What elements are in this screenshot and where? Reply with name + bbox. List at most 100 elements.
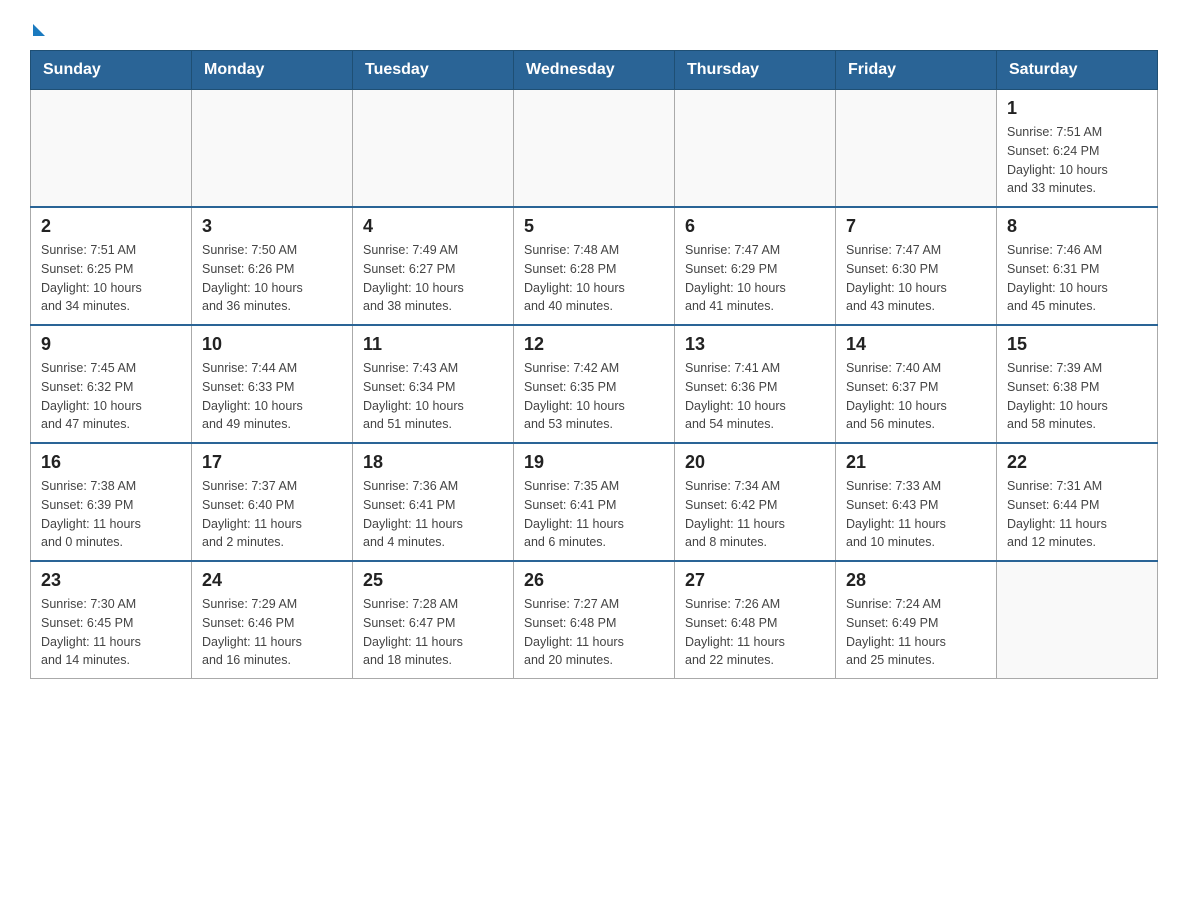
calendar-cell: 24 Sunrise: 7:29 AMSunset: 6:46 PMDayligh… bbox=[192, 561, 353, 679]
day-info: Sunrise: 7:34 AMSunset: 6:42 PMDaylight:… bbox=[685, 477, 825, 552]
calendar-cell: 20 Sunrise: 7:34 AMSunset: 6:42 PMDayligh… bbox=[675, 443, 836, 561]
day-number: 8 bbox=[1007, 216, 1147, 237]
day-info: Sunrise: 7:24 AMSunset: 6:49 PMDaylight:… bbox=[846, 595, 986, 670]
day-info: Sunrise: 7:51 AMSunset: 6:25 PMDaylight:… bbox=[41, 241, 181, 316]
day-info: Sunrise: 7:35 AMSunset: 6:41 PMDaylight:… bbox=[524, 477, 664, 552]
calendar-cell: 21Sunrise: 7:33 AMSunset: 6:43 PMDayligh… bbox=[836, 443, 997, 561]
calendar-cell bbox=[836, 90, 997, 208]
weekday-header-wednesday: Wednesday bbox=[514, 51, 675, 90]
day-info: Sunrise: 7:49 AMSunset: 6:27 PMDaylight:… bbox=[363, 241, 503, 316]
calendar-cell: 7 Sunrise: 7:47 AMSunset: 6:30 PMDaylight… bbox=[836, 207, 997, 325]
day-info: Sunrise: 7:39 AMSunset: 6:38 PMDaylight:… bbox=[1007, 359, 1147, 434]
day-info: Sunrise: 7:30 AMSunset: 6:45 PMDaylight:… bbox=[41, 595, 181, 670]
day-info: Sunrise: 7:29 AMSunset: 6:46 PMDaylight:… bbox=[202, 595, 342, 670]
calendar-header-row: SundayMondayTuesdayWednesdayThursdayFrid… bbox=[31, 51, 1158, 90]
day-info: Sunrise: 7:28 AMSunset: 6:47 PMDaylight:… bbox=[363, 595, 503, 670]
calendar-cell: 5Sunrise: 7:48 AMSunset: 6:28 PMDaylight… bbox=[514, 207, 675, 325]
day-info: Sunrise: 7:41 AMSunset: 6:36 PMDaylight:… bbox=[685, 359, 825, 434]
day-number: 16 bbox=[41, 452, 181, 473]
day-number: 17 bbox=[202, 452, 342, 473]
calendar-cell: 23 Sunrise: 7:30 AMSunset: 6:45 PMDayligh… bbox=[31, 561, 192, 679]
day-number: 10 bbox=[202, 334, 342, 355]
day-info: Sunrise: 7:27 AMSunset: 6:48 PMDaylight:… bbox=[524, 595, 664, 670]
calendar-cell: 6 Sunrise: 7:47 AMSunset: 6:29 PMDaylight… bbox=[675, 207, 836, 325]
day-number: 1 bbox=[1007, 98, 1147, 119]
day-info: Sunrise: 7:33 AMSunset: 6:43 PMDaylight:… bbox=[846, 477, 986, 552]
day-info: Sunrise: 7:26 AMSunset: 6:48 PMDaylight:… bbox=[685, 595, 825, 670]
day-info: Sunrise: 7:38 AMSunset: 6:39 PMDaylight:… bbox=[41, 477, 181, 552]
day-number: 15 bbox=[1007, 334, 1147, 355]
day-number: 23 bbox=[41, 570, 181, 591]
calendar-week-row: 2 Sunrise: 7:51 AMSunset: 6:25 PMDaylight… bbox=[31, 207, 1158, 325]
calendar-cell: 17 Sunrise: 7:37 AMSunset: 6:40 PMDayligh… bbox=[192, 443, 353, 561]
calendar-cell: 27 Sunrise: 7:26 AMSunset: 6:48 PMDayligh… bbox=[675, 561, 836, 679]
day-number: 28 bbox=[846, 570, 986, 591]
calendar-cell: 1 Sunrise: 7:51 AMSunset: 6:24 PMDaylight… bbox=[997, 90, 1158, 208]
day-info: Sunrise: 7:45 AMSunset: 6:32 PMDaylight:… bbox=[41, 359, 181, 434]
calendar-cell: 14 Sunrise: 7:40 AMSunset: 6:37 PMDayligh… bbox=[836, 325, 997, 443]
day-number: 13 bbox=[685, 334, 825, 355]
calendar-cell: 4 Sunrise: 7:49 AMSunset: 6:27 PMDaylight… bbox=[353, 207, 514, 325]
weekday-header-monday: Monday bbox=[192, 51, 353, 90]
weekday-header-sunday: Sunday bbox=[31, 51, 192, 90]
calendar-cell: 13 Sunrise: 7:41 AMSunset: 6:36 PMDayligh… bbox=[675, 325, 836, 443]
calendar-cell: 19 Sunrise: 7:35 AMSunset: 6:41 PMDayligh… bbox=[514, 443, 675, 561]
day-number: 9 bbox=[41, 334, 181, 355]
day-info: Sunrise: 7:42 AMSunset: 6:35 PMDaylight:… bbox=[524, 359, 664, 434]
day-info: Sunrise: 7:44 AMSunset: 6:33 PMDaylight:… bbox=[202, 359, 342, 434]
weekday-header-thursday: Thursday bbox=[675, 51, 836, 90]
day-number: 5 bbox=[524, 216, 664, 237]
calendar-cell: 22 Sunrise: 7:31 AMSunset: 6:44 PMDayligh… bbox=[997, 443, 1158, 561]
day-number: 7 bbox=[846, 216, 986, 237]
day-info: Sunrise: 7:31 AMSunset: 6:44 PMDaylight:… bbox=[1007, 477, 1147, 552]
calendar-cell bbox=[514, 90, 675, 208]
calendar-cell: 8 Sunrise: 7:46 AMSunset: 6:31 PMDaylight… bbox=[997, 207, 1158, 325]
weekday-header-tuesday: Tuesday bbox=[353, 51, 514, 90]
calendar-cell bbox=[192, 90, 353, 208]
calendar-cell: 2 Sunrise: 7:51 AMSunset: 6:25 PMDaylight… bbox=[31, 207, 192, 325]
day-number: 4 bbox=[363, 216, 503, 237]
calendar-cell: 12 Sunrise: 7:42 AMSunset: 6:35 PMDayligh… bbox=[514, 325, 675, 443]
calendar-cell bbox=[31, 90, 192, 208]
day-number: 20 bbox=[685, 452, 825, 473]
day-info: Sunrise: 7:51 AMSunset: 6:24 PMDaylight:… bbox=[1007, 123, 1147, 198]
weekday-header-saturday: Saturday bbox=[997, 51, 1158, 90]
day-number: 19 bbox=[524, 452, 664, 473]
day-number: 22 bbox=[1007, 452, 1147, 473]
logo-arrow-icon bbox=[33, 24, 45, 36]
day-number: 26 bbox=[524, 570, 664, 591]
day-number: 2 bbox=[41, 216, 181, 237]
day-number: 3 bbox=[202, 216, 342, 237]
day-number: 11 bbox=[363, 334, 503, 355]
day-number: 14 bbox=[846, 334, 986, 355]
logo bbox=[30, 20, 45, 34]
day-info: Sunrise: 7:46 AMSunset: 6:31 PMDaylight:… bbox=[1007, 241, 1147, 316]
calendar-cell: 11Sunrise: 7:43 AMSunset: 6:34 PMDayligh… bbox=[353, 325, 514, 443]
calendar-table: SundayMondayTuesdayWednesdayThursdayFrid… bbox=[30, 50, 1158, 679]
day-info: Sunrise: 7:50 AMSunset: 6:26 PMDaylight:… bbox=[202, 241, 342, 316]
weekday-header-friday: Friday bbox=[836, 51, 997, 90]
day-info: Sunrise: 7:40 AMSunset: 6:37 PMDaylight:… bbox=[846, 359, 986, 434]
day-info: Sunrise: 7:47 AMSunset: 6:29 PMDaylight:… bbox=[685, 241, 825, 316]
calendar-cell: 10 Sunrise: 7:44 AMSunset: 6:33 PMDayligh… bbox=[192, 325, 353, 443]
calendar-cell bbox=[675, 90, 836, 208]
calendar-week-row: 1 Sunrise: 7:51 AMSunset: 6:24 PMDaylight… bbox=[31, 90, 1158, 208]
calendar-cell: 16 Sunrise: 7:38 AMSunset: 6:39 PMDayligh… bbox=[31, 443, 192, 561]
calendar-cell: 3 Sunrise: 7:50 AMSunset: 6:26 PMDaylight… bbox=[192, 207, 353, 325]
day-number: 12 bbox=[524, 334, 664, 355]
calendar-week-row: 23 Sunrise: 7:30 AMSunset: 6:45 PMDayligh… bbox=[31, 561, 1158, 679]
day-number: 24 bbox=[202, 570, 342, 591]
day-number: 25 bbox=[363, 570, 503, 591]
day-info: Sunrise: 7:47 AMSunset: 6:30 PMDaylight:… bbox=[846, 241, 986, 316]
day-number: 27 bbox=[685, 570, 825, 591]
day-number: 6 bbox=[685, 216, 825, 237]
calendar-cell bbox=[353, 90, 514, 208]
calendar-cell bbox=[997, 561, 1158, 679]
calendar-cell: 15 Sunrise: 7:39 AMSunset: 6:38 PMDayligh… bbox=[997, 325, 1158, 443]
calendar-week-row: 16 Sunrise: 7:38 AMSunset: 6:39 PMDayligh… bbox=[31, 443, 1158, 561]
day-info: Sunrise: 7:37 AMSunset: 6:40 PMDaylight:… bbox=[202, 477, 342, 552]
day-info: Sunrise: 7:36 AMSunset: 6:41 PMDaylight:… bbox=[363, 477, 503, 552]
day-number: 18 bbox=[363, 452, 503, 473]
page-header bbox=[30, 20, 1158, 34]
calendar-cell: 26 Sunrise: 7:27 AMSunset: 6:48 PMDayligh… bbox=[514, 561, 675, 679]
